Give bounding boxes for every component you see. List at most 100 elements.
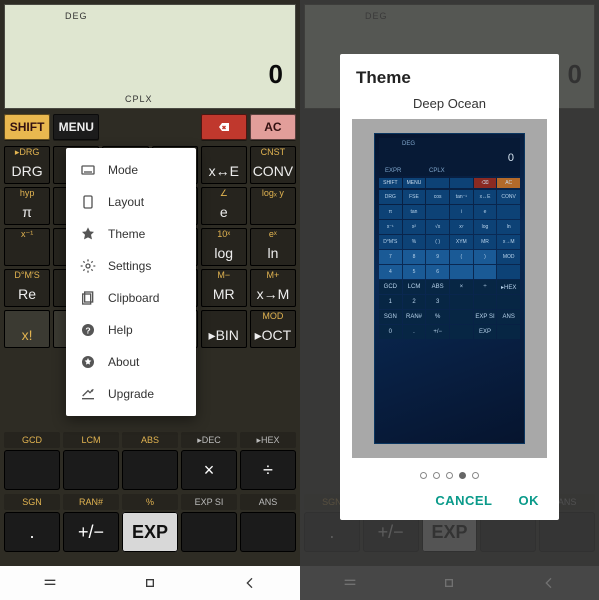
- menu-item-label: Clipboard: [108, 291, 159, 305]
- key-blank[interactable]: [240, 512, 296, 552]
- dialog-title: Theme: [340, 54, 559, 92]
- key-mul[interactable]: ×: [181, 450, 237, 490]
- clipboard-icon: [80, 290, 96, 306]
- menu-item-settings[interactable]: Settings: [66, 250, 196, 282]
- preview-expr: EXPR: [385, 168, 401, 174]
- nav-home-icon[interactable]: [142, 575, 158, 591]
- menu-item-label: Help: [108, 323, 133, 337]
- hkey-expsi[interactable]: EXP SI: [181, 494, 237, 510]
- key-oct[interactable]: MOD▸OCT: [250, 310, 296, 348]
- shift-button[interactable]: SHIFT: [4, 114, 50, 140]
- key-e[interactable]: ∠e: [201, 187, 247, 225]
- hkey-lcm[interactable]: LCM: [63, 432, 119, 448]
- menu-button[interactable]: MENU: [53, 114, 99, 140]
- key-blank[interactable]: [4, 450, 60, 490]
- key-inv[interactable]: x⁻¹: [4, 228, 50, 266]
- theme-preview[interactable]: DEG EXPR CPLX 0 SHIFT MENU ⌫ AC DRGFSEco…: [352, 119, 547, 458]
- key-xm[interactable]: M+x→M: [250, 269, 296, 307]
- key-dot[interactable]: .: [4, 512, 60, 552]
- lcd-value: 0: [269, 59, 283, 90]
- menu-item-label: Mode: [108, 163, 138, 177]
- menu-item-about[interactable]: About: [66, 346, 196, 378]
- menu-item-help[interactable]: ? Help: [66, 314, 196, 346]
- spacer: [102, 114, 148, 140]
- menu-item-label: About: [108, 355, 139, 369]
- num-row-2: . +/− EXP: [4, 512, 296, 552]
- delete-button[interactable]: [201, 114, 247, 140]
- menu-item-label: Theme: [108, 227, 145, 241]
- backspace-icon: [216, 121, 232, 133]
- menu-item-upgrade[interactable]: Upgrade: [66, 378, 196, 410]
- layout-icon: [80, 194, 96, 210]
- key-fact[interactable]: x!: [4, 310, 50, 348]
- upgrade-icon: [80, 386, 96, 402]
- key-ln[interactable]: eˣln: [250, 228, 296, 266]
- key[interactable]: logₓ y: [250, 187, 296, 225]
- key-blank[interactable]: [122, 450, 178, 490]
- hkey-dec[interactable]: ▸DEC: [181, 432, 237, 448]
- menu-item-label: Settings: [108, 259, 151, 273]
- menu-item-label: Layout: [108, 195, 144, 209]
- key-div[interactable]: ÷: [240, 450, 296, 490]
- cancel-button[interactable]: CANCEL: [435, 493, 492, 508]
- ok-button[interactable]: OK: [519, 493, 540, 508]
- hkey-pct[interactable]: %: [122, 494, 178, 510]
- menu-item-mode[interactable]: Mode: [66, 154, 196, 186]
- dialog-actions: CANCEL OK: [340, 487, 559, 520]
- half-row-2: SGN RAN# % EXP SI ANS: [4, 494, 296, 510]
- key-exp[interactable]: EXP: [122, 512, 178, 552]
- preview-cplx: CPLX: [429, 168, 445, 174]
- preview-val: 0: [508, 152, 514, 164]
- key-blank[interactable]: [181, 512, 237, 552]
- key-drg[interactable]: ▸DRGDRG: [4, 146, 50, 184]
- dot[interactable]: [433, 472, 440, 479]
- nav-back-icon[interactable]: [242, 575, 258, 591]
- lcd-mode-cplx: CPLX: [125, 94, 153, 104]
- preview-grid: DRGFSEcostan⁻¹x↔ECONV πtanie x⁻¹x²√xxʸlo…: [379, 190, 520, 439]
- theme-dialog: Theme Deep Ocean DEG EXPR CPLX 0 SHIFT M…: [340, 54, 559, 520]
- hkey-sgn[interactable]: SGN: [4, 494, 60, 510]
- menu-item-label: Upgrade: [108, 387, 154, 401]
- hkey-ran[interactable]: RAN#: [63, 494, 119, 510]
- num-row-1: × ÷: [4, 450, 296, 490]
- hkey-ans[interactable]: ANS: [240, 494, 296, 510]
- preview-deg: DEG: [402, 141, 415, 147]
- p-ac: AC: [497, 178, 520, 188]
- key-conv[interactable]: CNSTCONV: [250, 146, 296, 184]
- theme-icon: [80, 226, 96, 242]
- key-dms[interactable]: D°M′SRe: [4, 269, 50, 307]
- ac-button[interactable]: AC: [250, 114, 296, 140]
- lcd-mode-deg: DEG: [65, 11, 88, 21]
- key-mr[interactable]: M−MR: [201, 269, 247, 307]
- p-gap: [426, 178, 449, 188]
- menu-item-theme[interactable]: Theme: [66, 218, 196, 250]
- gear-icon: [80, 258, 96, 274]
- menu-item-clipboard[interactable]: Clipboard: [66, 282, 196, 314]
- hkey-gcd[interactable]: GCD: [4, 432, 60, 448]
- lcd-display: DEG CPLX 0: [4, 4, 296, 109]
- spacer: [152, 114, 198, 140]
- hkey-abs[interactable]: ABS: [122, 432, 178, 448]
- dot-active[interactable]: [459, 472, 466, 479]
- screenshot-left: DEG CPLX 0 SHIFT MENU AC ▸DRGDRG x↔E CNS…: [0, 0, 300, 600]
- key-xswap[interactable]: x↔E: [201, 146, 247, 184]
- dot[interactable]: [472, 472, 479, 479]
- key-blank[interactable]: [63, 450, 119, 490]
- screenshot-right: DEG CPLX 0 SGN RAN# % EXP SI ANS . +/− E…: [300, 0, 599, 600]
- p-menu: MENU: [403, 178, 426, 188]
- key-log[interactable]: 10ˣlog: [201, 228, 247, 266]
- hkey-hex[interactable]: ▸HEX: [240, 432, 296, 448]
- theme-name: Deep Ocean: [340, 92, 559, 119]
- dot[interactable]: [420, 472, 427, 479]
- top-row: SHIFT MENU AC: [4, 114, 296, 140]
- key-pi[interactable]: hypπ: [4, 187, 50, 225]
- nav-recent-icon[interactable]: [42, 575, 58, 591]
- page-dots: [340, 464, 559, 487]
- p-gap: [450, 178, 473, 188]
- menu-item-layout[interactable]: Layout: [66, 186, 196, 218]
- key-bin[interactable]: ▸BIN: [201, 310, 247, 348]
- mode-icon: [80, 162, 96, 178]
- key-sign[interactable]: +/−: [63, 512, 119, 552]
- help-icon: ?: [80, 322, 96, 338]
- dot[interactable]: [446, 472, 453, 479]
